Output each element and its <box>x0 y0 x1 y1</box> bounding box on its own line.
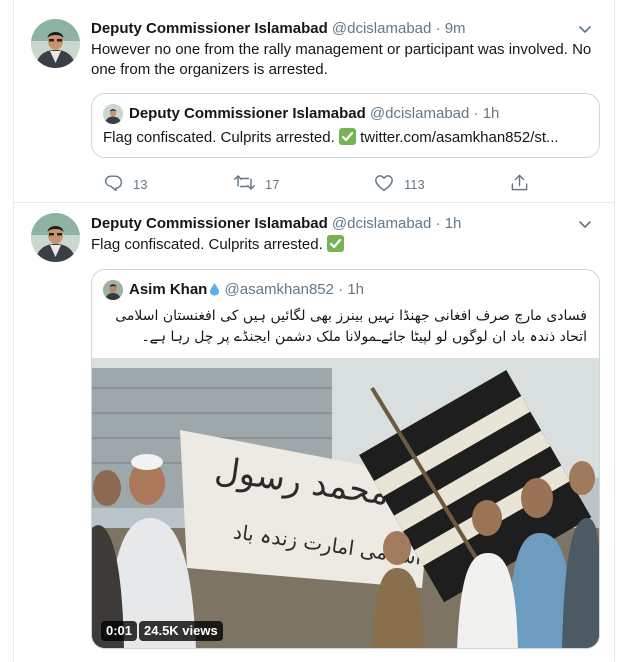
retweet-count: 17 <box>265 176 280 192</box>
check-mark-icon <box>338 128 356 145</box>
quoted-tweet[interactable]: Deputy Commissioner Islamabad @dcislamab… <box>91 93 600 158</box>
video-player[interactable]: ﷲ محمد رسول ستان اسلامی امارت زندہ باد 0… <box>92 358 599 648</box>
avatar <box>103 280 123 300</box>
tweet-header: Deputy Commissioner Islamabad @dcislamab… <box>91 19 602 39</box>
reply-count: 13 <box>133 176 148 192</box>
check-mark-icon <box>326 235 344 252</box>
author-handle: @asamkhan852 <box>224 281 334 298</box>
reply-icon <box>104 173 133 195</box>
timestamp: · 1h <box>338 281 365 298</box>
quote-text: Flag confiscated. Culprits arrested. twi… <box>103 128 587 148</box>
tweet-text: Flag confiscated. Culprits arrested. <box>91 235 598 255</box>
timestamp[interactable]: · 1h <box>436 215 462 232</box>
quoted-tweet[interactable]: Asim Khan @asamkhan852 · 1h فسادی مارچ ص… <box>91 269 600 649</box>
quote-text: فسادی مارچ صرف افغانی جھنڈا نہیں بینرز ب… <box>115 308 587 345</box>
retweet-button[interactable]: 17 <box>234 173 279 195</box>
tweet-header: Deputy Commissioner Islamabad @dcislamab… <box>91 214 602 234</box>
tweet-actions: 13 17 113 <box>91 173 551 195</box>
tweet-text: However no one from the rally management… <box>91 41 592 78</box>
tweet[interactable]: Deputy Commissioner Islamabad @dcislamab… <box>14 0 614 203</box>
reply-button[interactable]: 13 <box>104 173 147 195</box>
quote-text-body: Flag confiscated. Culprits arrested. <box>103 129 335 146</box>
share-button[interactable] <box>510 173 539 195</box>
tweet[interactable]: Deputy Commissioner Islamabad @dcislamab… <box>14 204 614 662</box>
quote-header: Asim Khan @asamkhan852 · 1h <box>129 280 364 300</box>
timestamp[interactable]: · 9m <box>436 20 466 37</box>
author-name: Deputy Commissioner Islamabad <box>129 105 366 122</box>
droplet-icon <box>209 282 220 296</box>
tweet-text-body: Flag confiscated. Culprits arrested. <box>91 236 323 253</box>
chevron-down-icon[interactable] <box>576 214 594 234</box>
author-name[interactable]: Deputy Commissioner Islamabad <box>91 215 328 232</box>
author-handle[interactable]: @dcislamabad <box>332 20 431 37</box>
quote-link[interactable]: twitter.com/asamkhan852/st... <box>360 129 558 146</box>
video-duration: 0:01 <box>101 621 138 641</box>
like-button[interactable]: 113 <box>374 173 425 195</box>
heart-icon <box>374 174 404 195</box>
retweet-icon <box>234 173 265 195</box>
avatar <box>103 104 123 124</box>
chevron-down-icon[interactable] <box>576 19 594 39</box>
video-thumbnail: ﷲ محمد رسول ستان اسلامی امارت زندہ باد <box>92 358 599 648</box>
timestamp: · 1h <box>473 105 500 122</box>
author-handle: @dcislamabad <box>369 105 470 122</box>
author-name[interactable]: Deputy Commissioner Islamabad <box>91 20 328 37</box>
quote-header: Deputy Commissioner Islamabad @dcislamab… <box>129 104 499 124</box>
avatar[interactable] <box>31 213 80 262</box>
avatar[interactable] <box>31 19 80 68</box>
author-handle[interactable]: @dcislamabad <box>332 215 431 232</box>
author-name: Asim Khan <box>129 281 208 298</box>
video-view-count: 24.5K views <box>139 621 223 641</box>
timeline: Deputy Commissioner Islamabad @dcislamab… <box>13 0 615 662</box>
like-count: 113 <box>404 176 425 192</box>
share-icon <box>510 173 539 195</box>
